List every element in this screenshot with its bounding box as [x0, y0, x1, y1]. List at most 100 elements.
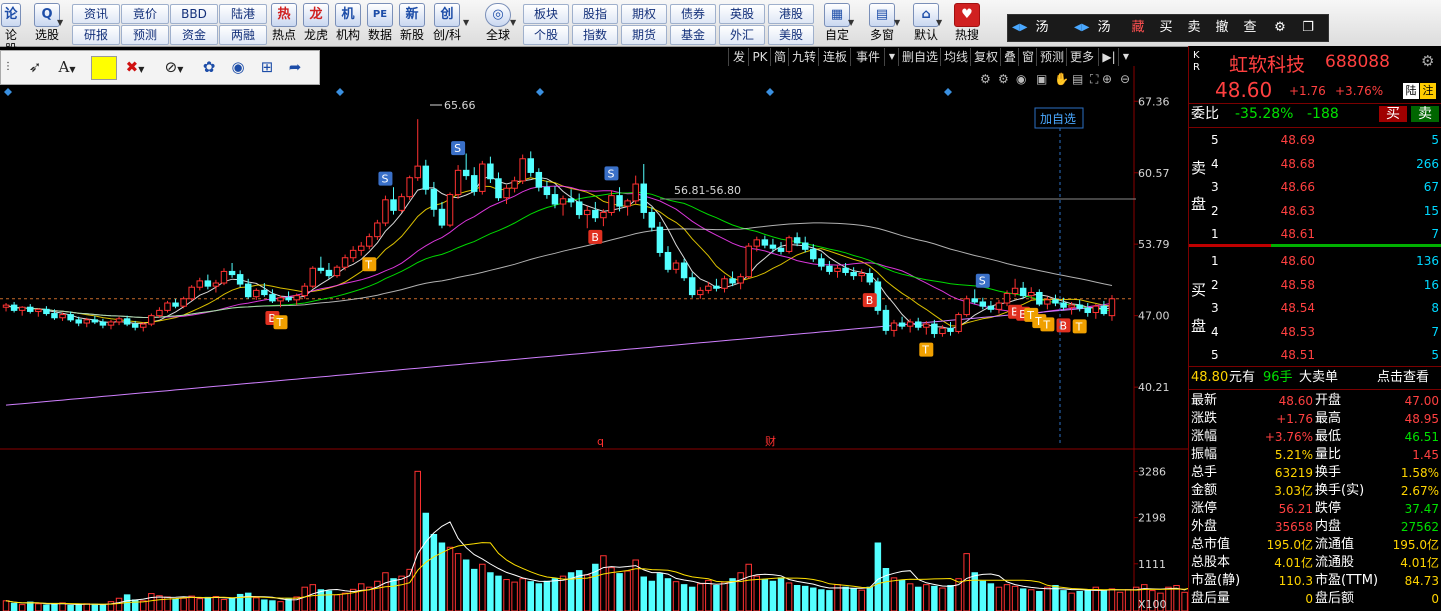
zoom-fit-icon[interactable]: ⛶ — [1089, 72, 1099, 86]
zoom-in-icon[interactable]: ⊕ — [1102, 72, 1112, 86]
tab-ma[interactable]: 均线 — [940, 48, 971, 66]
bid-row[interactable]: 5 48.51 5 — [1189, 346, 1441, 364]
margin-button[interactable]: 两融 — [219, 25, 267, 45]
collapse-panel-icon[interactable]: ▶| — [1098, 48, 1119, 66]
quick-buy-button[interactable]: 买 — [1379, 106, 1407, 122]
ask-row[interactable]: 5 48.69 5 — [1189, 131, 1441, 149]
ask-row[interactable]: 3 48.66 67 — [1189, 178, 1441, 196]
tab-delete-watch[interactable]: 删自选 — [898, 48, 941, 66]
auction-button[interactable]: 竟价 — [121, 4, 169, 24]
bid-row[interactable]: 1 48.60 136 — [1189, 252, 1441, 270]
settings-gear-icon[interactable]: ⚙ — [1421, 52, 1434, 70]
trade-item-tang2[interactable]: 汤 — [1092, 15, 1116, 41]
stat-label: 换手 — [1315, 465, 1342, 480]
zoom-settings-icon[interactable]: ⚙ — [980, 72, 991, 86]
dragon-tiger-button[interactable]: 龙 龙虎 — [300, 3, 332, 43]
window-restore-icon[interactable]: ❐ — [1296, 15, 1320, 41]
news-button[interactable]: 资讯 — [72, 4, 120, 24]
lock-icon[interactable]: ▣ — [1036, 72, 1047, 86]
tab-fuquan[interactable]: 复权 — [970, 48, 1001, 66]
stat-label: 量比 — [1315, 447, 1342, 462]
stock-index-button[interactable]: 股指 — [572, 4, 618, 24]
institution-button[interactable]: 机 机构 — [332, 3, 364, 43]
gem-star-dropdown-icon[interactable]: ▼ — [463, 3, 472, 43]
event-diamond-icon[interactable] — [4, 88, 12, 96]
event-diamond-icon[interactable] — [766, 88, 774, 96]
sector-button[interactable]: 板块 — [523, 4, 569, 24]
stat-value: 84.73 — [1404, 574, 1439, 588]
event-diamond-icon[interactable] — [536, 88, 544, 96]
option-button[interactable]: 期权 — [621, 4, 667, 24]
tab-jiuzhuan[interactable]: 九转 — [788, 48, 819, 66]
tab-window[interactable]: 窗 — [1018, 48, 1037, 66]
ask-volume: 7 — [1431, 227, 1439, 241]
tab-more[interactable]: 更多 — [1066, 48, 1097, 66]
us-stock-button[interactable]: 美股 — [768, 25, 814, 45]
research-button[interactable]: 研报 — [72, 25, 120, 45]
hand-icon[interactable]: ✋ — [1054, 72, 1069, 86]
view-icon[interactable]: ◉ — [1016, 72, 1026, 86]
multi-window-dropdown-icon[interactable]: ▼ — [894, 3, 903, 43]
trade-sell-button[interactable]: 卖 — [1182, 15, 1206, 41]
forecast-button[interactable]: 预测 — [121, 25, 169, 45]
trade-query-button[interactable]: 查 — [1238, 15, 1262, 41]
tab-jian[interactable]: 简 — [770, 48, 789, 66]
trade-item-cang[interactable]: 藏 — [1126, 15, 1150, 41]
stock-picker-dropdown-icon[interactable]: ▼ — [57, 3, 66, 43]
bid-row[interactable]: 4 48.53 7 — [1189, 323, 1441, 341]
candle-body — [27, 306, 34, 312]
big-order-row[interactable]: 48.80 元有 96手 大卖单 点击查看 — [1189, 369, 1441, 387]
event-dropdown-icon[interactable]: ▼ — [884, 48, 899, 66]
fund-button[interactable]: 基金 — [670, 25, 716, 45]
trade-cancel-button[interactable]: 撤 — [1210, 15, 1234, 41]
big-order-view-link[interactable]: 点击查看 — [1377, 369, 1429, 387]
gem-star-button[interactable]: 创 创/科 — [430, 3, 464, 43]
bond-button[interactable]: 债券 — [670, 4, 716, 24]
tab-event[interactable]: 事件 — [850, 48, 885, 66]
ask-row[interactable]: 1 48.61 7 — [1189, 225, 1441, 243]
hotspot-button[interactable]: 热 热点 — [268, 3, 300, 43]
zoom-out-icon[interactable]: ⊖ — [1120, 72, 1130, 86]
single-stock-button[interactable]: 个股 — [523, 25, 569, 45]
tab-pk[interactable]: PK — [748, 48, 771, 66]
tab-forecast[interactable]: 预测 — [1036, 48, 1067, 66]
tab-fa[interactable]: 发 — [728, 48, 749, 66]
index-button[interactable]: 指数 — [572, 25, 618, 45]
tab-overlay[interactable]: 叠 — [1000, 48, 1019, 66]
ask-row[interactable]: 4 48.68 266 — [1189, 155, 1441, 173]
candle-body — [253, 289, 260, 298]
uk-stock-button[interactable]: 英股 — [719, 4, 765, 24]
volume-bar — [890, 577, 898, 611]
candle-body — [713, 285, 720, 289]
camera-icon[interactable]: ▤ — [1072, 72, 1083, 86]
stat-value: 110.3 — [1278, 574, 1313, 588]
lugang-button[interactable]: 陆港 — [219, 4, 267, 24]
futures-button[interactable]: 期货 — [621, 25, 667, 45]
global-dropdown-icon[interactable]: ▼ — [510, 3, 519, 43]
default-dropdown-icon[interactable]: ▼ — [936, 3, 945, 43]
zoom-settings2-icon[interactable]: ⚙ — [998, 72, 1009, 86]
event-diamond-icon[interactable] — [336, 88, 344, 96]
volume-bar — [382, 572, 389, 611]
custom-dropdown-icon[interactable]: ▼ — [848, 3, 857, 43]
data-button[interactable]: PE 数据 — [364, 3, 396, 43]
trade-item-tang1[interactable]: 汤 — [1030, 15, 1054, 41]
new-stock-button[interactable]: 新 新股 — [396, 3, 428, 43]
forex-button[interactable]: 外汇 — [719, 25, 765, 45]
hk-stock-button[interactable]: 港股 — [768, 4, 814, 24]
bid-row[interactable]: 3 48.54 8 — [1189, 299, 1441, 317]
trade-buy-button[interactable]: 买 — [1154, 15, 1178, 41]
capital-button[interactable]: 资金 — [170, 25, 218, 45]
bid-row[interactable]: 2 48.58 16 — [1189, 276, 1441, 294]
hot-search-button[interactable]: ♥ 热搜 — [950, 3, 984, 43]
bbd-button[interactable]: BBD — [170, 4, 218, 24]
lungu-button[interactable]: 论 论股 — [0, 3, 22, 56]
more-dropdown-icon[interactable]: ▼ — [1118, 48, 1133, 66]
quick-sell-button[interactable]: 卖 — [1411, 106, 1439, 122]
ask-row[interactable]: 2 48.63 15 — [1189, 202, 1441, 220]
event-diamond-icon[interactable] — [944, 88, 952, 96]
gear-icon[interactable]: ⚙ — [1268, 15, 1292, 41]
kline-chart[interactable]: B TTSSBSBTSB B T T T B T 67.3660.5753.7947.0040… — [0, 66, 1188, 611]
add-watch-label[interactable]: 加自选 — [1040, 112, 1076, 126]
tab-lianban[interactable]: 连板 — [818, 48, 851, 66]
